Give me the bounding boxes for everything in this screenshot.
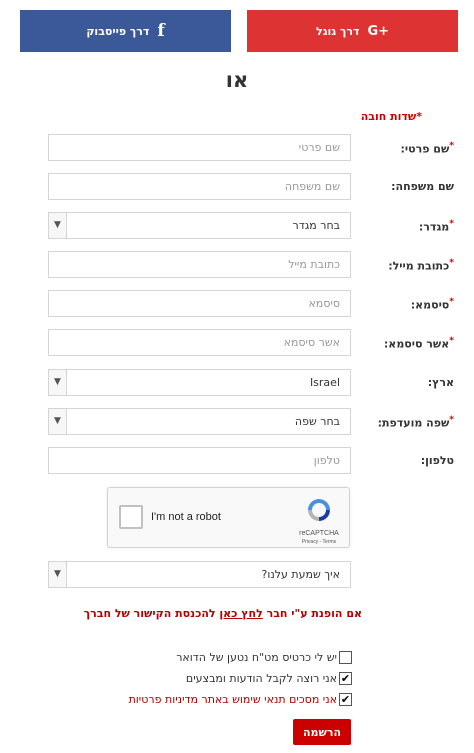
facebook-login-label: דרך פייסבוק bbox=[86, 24, 150, 38]
first-name-row: שם פרטי *שם פרטי: bbox=[0, 134, 474, 162]
google-login-label: דרך גוגל bbox=[315, 24, 360, 38]
postal-card-checkbox-label: יש לי כרטיס מט"ח נטען של הדואר bbox=[176, 651, 337, 664]
country-label: ארץ: bbox=[427, 376, 454, 389]
chevron-down-icon: ▼ bbox=[49, 562, 67, 587]
recaptcha-checkbox[interactable] bbox=[119, 505, 143, 529]
password-row: סיסמא *סיסמא: bbox=[0, 290, 474, 318]
phone-row: טלפון טלפון: bbox=[0, 447, 474, 475]
newsletter-checkbox-label: אני רוצה לקבל הודעות ומבצעים bbox=[185, 672, 337, 685]
chevron-down-icon: ▼ bbox=[49, 370, 67, 395]
language-select[interactable]: בחר שפה ▼ bbox=[48, 408, 351, 435]
first-name-label: *שם פרטי: bbox=[400, 141, 454, 156]
email-label: *כתובת מייל: bbox=[388, 258, 454, 273]
phone-label: טלפון: bbox=[420, 454, 454, 467]
checkbox-row: ✔ אני מסכים תנאי שימוש באתר מדיניות פרטי… bbox=[48, 691, 368, 707]
first-name-input[interactable]: שם פרטי bbox=[48, 134, 351, 161]
confirm-password-label: *אשר סיסמא: bbox=[383, 336, 454, 351]
or-divider: או bbox=[225, 68, 249, 92]
recaptcha-links[interactable]: Privacy - Terms bbox=[292, 539, 346, 545]
facebook-icon: f bbox=[157, 21, 165, 41]
gender-row: בחר מגדר ▼ *מגדר: bbox=[0, 212, 474, 240]
gender-select-value: בחר מגדר bbox=[292, 219, 340, 232]
google-login-button[interactable]: דרך גוגל G+ bbox=[247, 10, 458, 52]
password-input[interactable]: סיסמא bbox=[48, 290, 351, 317]
country-select-value: Israel bbox=[309, 376, 340, 389]
terms-checkbox[interactable]: ✔ bbox=[339, 693, 352, 706]
confirm-password-input[interactable]: אשר סיסמא bbox=[48, 329, 351, 356]
google-plus-icon: G+ bbox=[367, 23, 390, 39]
referral-select-value: איך שמעת עלנו? bbox=[261, 568, 340, 581]
language-select-value: בחר שפה bbox=[294, 415, 340, 428]
country-select[interactable]: Israel ▼ bbox=[48, 369, 351, 396]
facebook-login-button[interactable]: דרך פייסבוק f bbox=[20, 10, 231, 52]
recaptcha-logo: reCAPTCHA Privacy - Terms bbox=[292, 496, 346, 545]
language-row: בחר שפה ▼ *שפה מועדפת: bbox=[0, 408, 474, 436]
postal-card-checkbox[interactable] bbox=[339, 651, 352, 664]
chevron-down-icon: ▼ bbox=[49, 213, 67, 238]
referral-select[interactable]: איך שמעת עלנו? ▼ bbox=[48, 561, 351, 588]
referral-row: איך שמעת עלנו? ▼ bbox=[0, 561, 474, 589]
language-label: *שפה מועדפת: bbox=[377, 415, 454, 430]
phone-input[interactable]: טלפון bbox=[48, 447, 351, 474]
recaptcha-widget: I'm not a robot reCAPTCHA Privacy - Term… bbox=[107, 487, 350, 548]
email-row: כתובת מייל *כתובת מייל: bbox=[0, 251, 474, 279]
invite-click-here-link[interactable]: לחץ כאן bbox=[219, 607, 262, 620]
recaptcha-brand: reCAPTCHA bbox=[299, 530, 339, 537]
terms-checkbox-label[interactable]: אני מסכים תנאי שימוש באתר מדיניות פרטיות bbox=[129, 693, 337, 706]
last-name-input[interactable]: שם משפחה bbox=[48, 173, 351, 200]
recaptcha-icon bbox=[308, 499, 330, 521]
gender-label: *מגדר: bbox=[418, 219, 454, 234]
last-name-label: שם משפחה: bbox=[391, 180, 454, 193]
checkbox-row: ✔ אני רוצה לקבל הודעות ומבצעים bbox=[48, 670, 368, 686]
country-row: Israel ▼ ארץ: bbox=[0, 369, 474, 397]
checkbox-row: יש לי כרטיס מט"ח נטען של הדואר bbox=[48, 649, 368, 665]
required-fields-note: *שדות חובה bbox=[360, 110, 422, 123]
last-name-row: שם משפחה שם משפחה: bbox=[0, 173, 474, 201]
invite-friend-text: אם הופנת ע"י חבר לחץ כאן להכנסת הקישור ש… bbox=[83, 607, 362, 620]
recaptcha-label: I'm not a robot bbox=[151, 511, 221, 523]
register-button[interactable]: הרשמה bbox=[293, 719, 351, 745]
confirm-password-row: אשר סיסמא *אשר סיסמא: bbox=[0, 329, 474, 357]
password-label: *סיסמא: bbox=[410, 297, 454, 312]
newsletter-checkbox[interactable]: ✔ bbox=[339, 672, 352, 685]
chevron-down-icon: ▼ bbox=[49, 409, 67, 434]
gender-select[interactable]: בחר מגדר ▼ bbox=[48, 212, 351, 239]
email-input[interactable]: כתובת מייל bbox=[48, 251, 351, 278]
